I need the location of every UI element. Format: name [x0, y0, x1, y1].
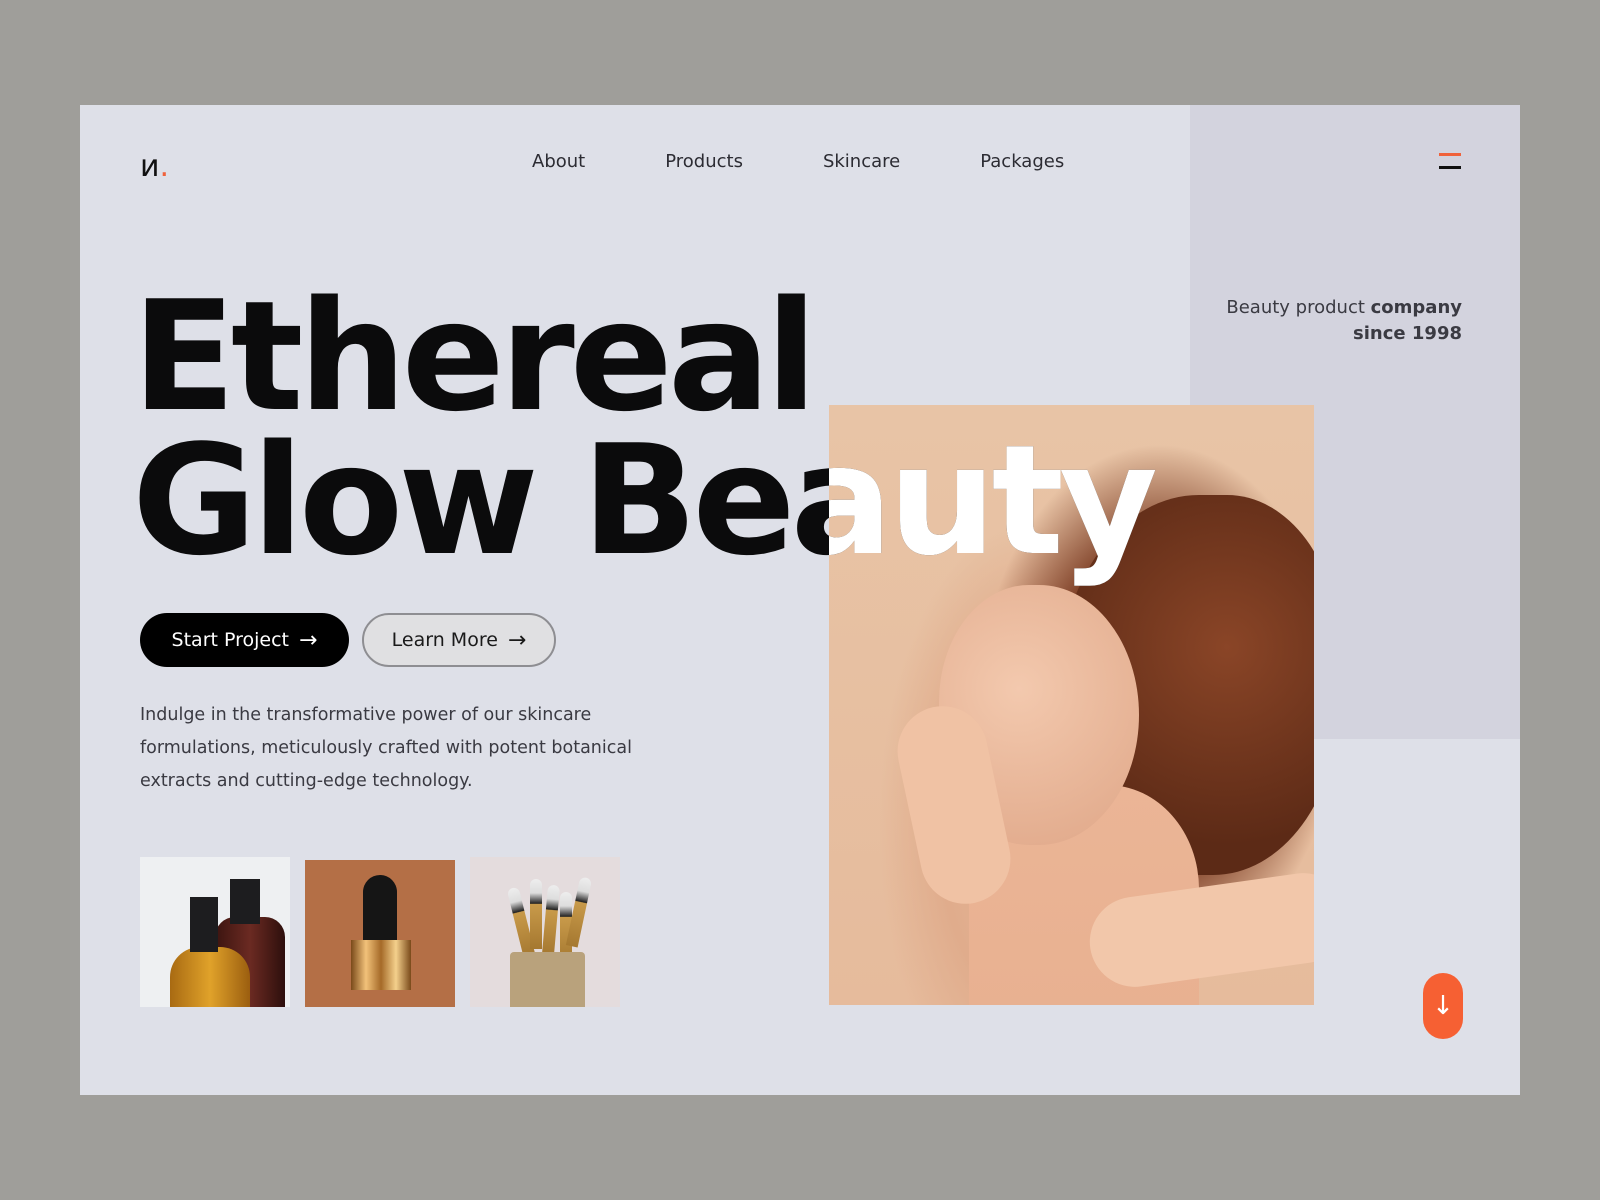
- brush: [530, 879, 542, 949]
- tagline-regular: Beauty product: [1226, 297, 1371, 318]
- bottle-amber: [170, 947, 250, 1007]
- arrow-down-icon: ↓: [1432, 991, 1454, 1021]
- learn-more-label: Learn More: [391, 629, 498, 651]
- tagline-since: since 1998: [1353, 323, 1462, 344]
- scroll-down-button[interactable]: ↓: [1423, 973, 1463, 1039]
- pump-amber: [190, 897, 218, 952]
- learn-more-button[interactable]: Learn More →: [362, 613, 556, 667]
- arrow-right-icon: →: [507, 627, 527, 653]
- pump-dark: [230, 879, 260, 924]
- brush: [541, 884, 561, 956]
- nav-packages[interactable]: Packages: [980, 151, 1064, 172]
- thumbnail-makeup-brushes[interactable]: [470, 857, 620, 1007]
- nav-skincare[interactable]: Skincare: [823, 151, 900, 172]
- menu-line-accent: [1439, 153, 1461, 156]
- nav-products[interactable]: Products: [665, 151, 743, 172]
- landing-page: и. About Products Skincare Packages Beau…: [80, 105, 1520, 1095]
- brush-holder: [510, 952, 585, 1007]
- thumbnail-pump-bottles[interactable]: [140, 857, 290, 1007]
- tagline-bold: company: [1370, 297, 1462, 318]
- dropper-collar: [351, 940, 411, 990]
- start-project-button[interactable]: Start Project →: [140, 613, 349, 667]
- dropper-bulb: [363, 875, 397, 945]
- start-project-label: Start Project: [171, 629, 290, 651]
- logo[interactable]: и.: [140, 149, 169, 184]
- main-nav: About Products Skincare Packages: [532, 151, 1144, 172]
- hamburger-menu-icon[interactable]: [1439, 153, 1461, 173]
- logo-dot: .: [159, 149, 170, 184]
- hero-line-2: Glow Beauty: [132, 412, 1158, 589]
- hero-heading: Ethereal Glow Beauty: [132, 281, 1158, 577]
- menu-line-dark: [1439, 166, 1461, 169]
- arrow-right-icon: →: [299, 627, 318, 653]
- thumbnail-dropper-bottle[interactable]: [305, 860, 455, 1007]
- nav-about[interactable]: About: [532, 151, 585, 172]
- logo-letter: и: [140, 149, 160, 184]
- hero-description: Indulge in the transformative power of o…: [140, 705, 632, 791]
- company-tagline: Beauty product company since 1998: [1226, 295, 1462, 347]
